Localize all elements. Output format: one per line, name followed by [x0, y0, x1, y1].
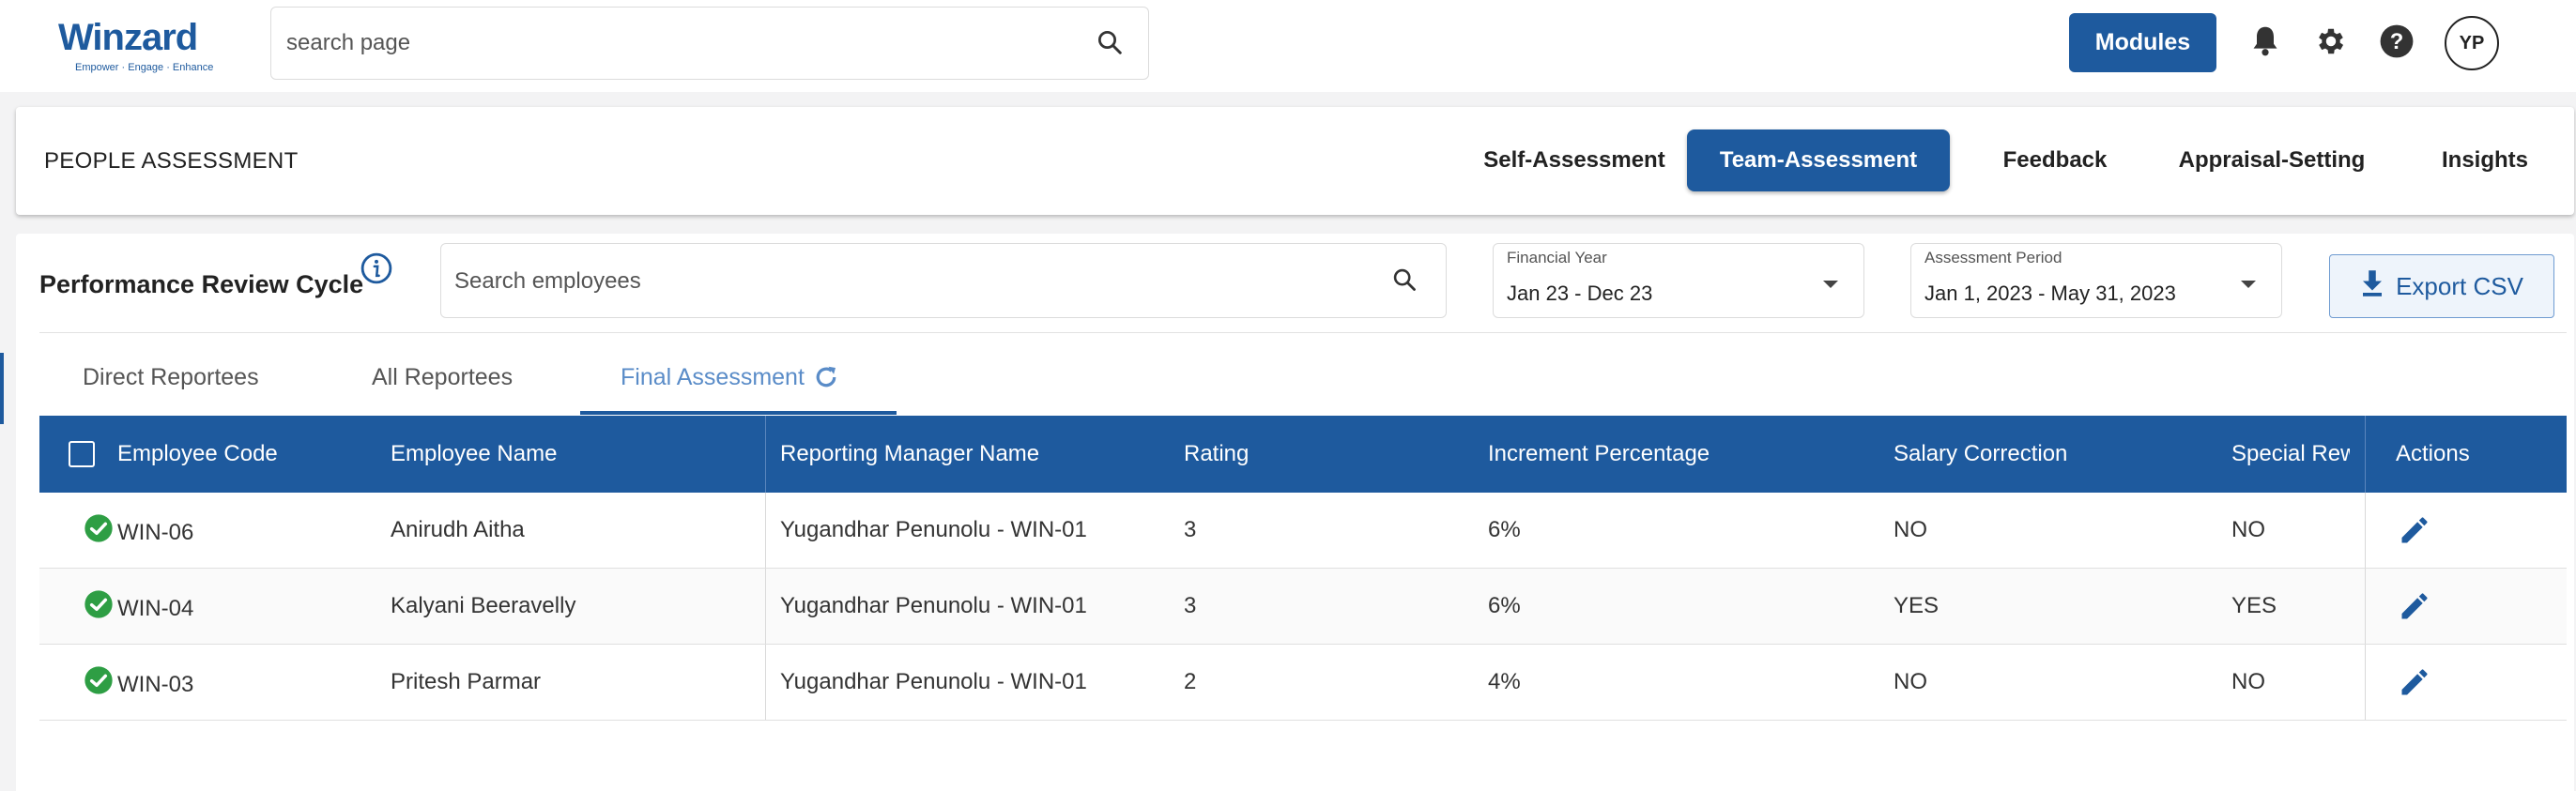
header-actions: Actions	[2396, 441, 2470, 466]
edit-icon[interactable]	[2398, 569, 2431, 644]
brand-name: Winzard	[58, 17, 198, 58]
chevron-down-icon[interactable]	[2240, 278, 2257, 295]
increment: 6%	[1488, 593, 1521, 618]
employee-code-cell: WIN-03	[84, 645, 193, 720]
employee-code: WIN-04	[117, 596, 194, 621]
column-separator	[2365, 645, 2366, 720]
employee-code: WIN-06	[117, 520, 194, 545]
employee-search-box	[440, 243, 1447, 318]
search-icon[interactable]	[1096, 28, 1124, 61]
tab-feedback[interactable]: Feedback	[1980, 129, 2130, 191]
assessment-period-value: Jan 1, 2023 - May 31, 2023	[1924, 281, 2176, 305]
check-circle-icon	[84, 665, 114, 702]
column-separator	[765, 493, 766, 568]
section-divider	[39, 332, 2567, 333]
salary-correction: YES	[1894, 593, 1940, 618]
assessment-period-label: Assessment Period	[1924, 249, 2062, 266]
left-accent-bar	[0, 353, 4, 424]
header-special-reward[interactable]: Special Rewa	[2231, 416, 2350, 493]
manager-name: Yugandhar Penunolu - WIN-01	[780, 517, 1087, 542]
active-tab-indicator	[580, 411, 897, 415]
tab-all-reportees[interactable]: All Reportees	[372, 346, 513, 408]
tab-direct-reportees[interactable]: Direct Reportees	[83, 346, 259, 408]
tab-team-assessment[interactable]: Team-Assessment	[1687, 129, 1950, 191]
gear-icon[interactable]	[2312, 23, 2350, 60]
tab-final-assessment-label: Final Assessment	[621, 363, 805, 390]
header-employee-name[interactable]: Employee Name	[391, 416, 557, 493]
review-panel: Performance Review Cycle Financial Year …	[16, 234, 2574, 791]
header-rating[interactable]: Rating	[1184, 416, 1249, 493]
column-separator	[765, 569, 766, 644]
tab-appraisal-setting[interactable]: Appraisal-Setting	[2154, 129, 2389, 191]
special-reward: YES	[2231, 593, 2277, 618]
review-cycle-title: Performance Review Cycle	[39, 270, 364, 298]
edit-icon[interactable]	[2398, 493, 2431, 568]
select-all-checkbox[interactable]	[69, 441, 95, 467]
brand-tagline: Empower · Engage · Enhance	[75, 62, 214, 73]
manager-name: Yugandhar Penunolu - WIN-01	[780, 593, 1087, 618]
header-employee-code: Employee Code	[69, 416, 278, 493]
employee-name: Kalyani Beeravelly	[391, 593, 576, 618]
financial-year-label: Financial Year	[1507, 249, 1607, 266]
page-search-box	[270, 7, 1149, 80]
search-icon[interactable]	[1391, 266, 1418, 297]
column-separator	[765, 416, 766, 493]
header-label: Employee Code	[117, 441, 278, 466]
header-increment[interactable]: Increment Percentage	[1488, 416, 1710, 493]
download-icon	[2360, 269, 2384, 304]
rating: 2	[1184, 669, 1197, 694]
table-row[interactable]: WIN-06 Anirudh Aitha Yugandhar Penunolu …	[39, 493, 2567, 569]
refresh-icon[interactable]	[812, 363, 840, 391]
page-search-input[interactable]	[286, 24, 1056, 62]
check-circle-icon	[84, 513, 114, 550]
assessment-header: PEOPLE ASSESSMENT Self-Assessment Team-A…	[16, 107, 2574, 215]
table-row[interactable]: WIN-04 Kalyani Beeravelly Yugandhar Penu…	[39, 569, 2567, 645]
user-avatar[interactable]: YP	[2445, 16, 2499, 70]
help-icon[interactable]: ?	[2378, 23, 2415, 60]
employee-code-cell: WIN-04	[84, 569, 193, 644]
salary-correction: NO	[1894, 669, 1927, 694]
edit-icon[interactable]	[2398, 645, 2431, 720]
salary-correction: NO	[1894, 517, 1927, 542]
manager-name: Yugandhar Penunolu - WIN-01	[780, 669, 1087, 694]
table-header: Employee Code Employee Name Reporting Ma…	[39, 416, 2567, 493]
employee-name: Anirudh Aitha	[391, 517, 525, 542]
special-reward: NO	[2231, 669, 2265, 694]
column-separator	[2365, 569, 2366, 644]
chevron-down-icon[interactable]	[1822, 278, 1839, 295]
employee-code-cell: WIN-06	[84, 493, 193, 568]
financial-year-select[interactable]: Financial Year Jan 23 - Dec 23	[1493, 243, 1864, 318]
svg-text:?: ?	[2390, 29, 2404, 54]
financial-year-value: Jan 23 - Dec 23	[1507, 281, 1653, 305]
rating: 3	[1184, 593, 1197, 618]
check-circle-icon	[84, 589, 114, 626]
employee-code: WIN-03	[117, 672, 194, 697]
tab-insights[interactable]: Insights	[2410, 129, 2560, 191]
tab-final-assessment[interactable]: Final Assessment	[621, 346, 840, 408]
increment: 6%	[1488, 517, 1521, 542]
column-separator	[2365, 493, 2366, 568]
page-title: PEOPLE ASSESSMENT	[44, 148, 299, 174]
assessment-period-select[interactable]: Assessment Period Jan 1, 2023 - May 31, …	[1910, 243, 2282, 318]
export-csv-button[interactable]: Export CSV	[2329, 254, 2554, 318]
rating: 3	[1184, 517, 1197, 542]
export-csv-label: Export CSV	[2396, 271, 2523, 300]
modules-button[interactable]: Modules	[2069, 13, 2216, 72]
increment: 4%	[1488, 669, 1521, 694]
header-reporting-manager[interactable]: Reporting Manager Name	[780, 416, 1039, 493]
table-row[interactable]: WIN-03 Pritesh Parmar Yugandhar Penunolu…	[39, 645, 2567, 721]
employee-search-input[interactable]	[454, 263, 1346, 300]
tab-self-assessment[interactable]: Self-Assessment	[1462, 129, 1687, 191]
column-separator	[2365, 416, 2366, 493]
header-salary-correction[interactable]: Salary Correction	[1894, 416, 2067, 493]
assessment-table: Employee Code Employee Name Reporting Ma…	[39, 416, 2567, 721]
info-icon[interactable]	[360, 252, 392, 289]
special-reward: NO	[2231, 517, 2265, 542]
top-bar: Winzard Empower · Engage · Enhance Modul…	[0, 0, 2576, 92]
column-separator	[765, 645, 766, 720]
employee-name: Pritesh Parmar	[391, 669, 542, 694]
brand-logo[interactable]: Winzard Empower · Engage · Enhance	[54, 17, 233, 73]
bell-icon[interactable]	[2246, 23, 2284, 60]
